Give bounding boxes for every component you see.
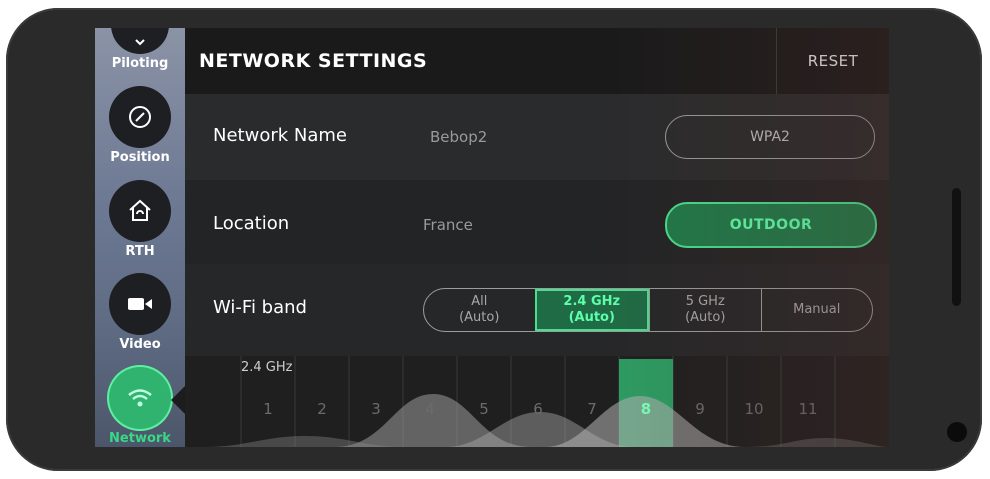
band-option-line1: All — [471, 294, 488, 309]
channel-number[interactable]: 9 — [673, 400, 727, 418]
channel-number-selected[interactable]: 8 — [619, 400, 673, 418]
network-name-label: Network Name — [213, 125, 347, 146]
band-option-2-4ghz[interactable]: 2.4 GHz (Auto) — [534, 289, 649, 331]
active-pointer — [171, 386, 185, 414]
home-return-icon — [129, 199, 151, 221]
network-name-row: Network Name Bebop2 WPA2 — [185, 94, 889, 180]
security-button[interactable]: WPA2 — [665, 115, 875, 159]
compass-icon — [129, 106, 151, 128]
sidebar-item-label: Position — [110, 150, 170, 165]
channel-number[interactable]: 6 — [511, 400, 565, 418]
channel-number[interactable]: 11 — [781, 400, 835, 418]
network-circle — [109, 367, 171, 429]
band-option-manual[interactable]: Manual — [760, 289, 873, 331]
reset-button[interactable]: RESET — [777, 28, 889, 94]
app-screen: Piloting Position RTH Video Network NETW… — [95, 28, 889, 447]
network-name-value[interactable]: Bebop2 — [430, 128, 487, 146]
channel-number[interactable]: 1 — [241, 400, 295, 418]
chevron-down-icon — [135, 39, 145, 46]
settings-sidebar: Piloting Position RTH Video Network — [95, 28, 185, 447]
band-label: 2.4 GHz — [241, 360, 293, 375]
channel-number[interactable]: 10 — [727, 400, 781, 418]
wifi-band-row: Wi-Fi band All (Auto) 2.4 GHz (Auto) 5 G… — [185, 264, 889, 356]
rth-circle — [109, 180, 171, 242]
sidebar-item-label: Network — [109, 431, 171, 446]
location-label: Location — [213, 213, 290, 234]
phone-speaker — [952, 188, 961, 306]
location-value[interactable]: France — [423, 216, 473, 234]
band-option-5ghz[interactable]: 5 GHz (Auto) — [649, 289, 761, 331]
channel-number[interactable]: 5 — [457, 400, 511, 418]
sidebar-item-position[interactable]: Position — [95, 86, 185, 165]
sidebar-item-label: Video — [119, 337, 161, 352]
band-option-line2: (Auto) — [459, 310, 500, 325]
outdoor-button[interactable]: OUTDOOR — [665, 202, 877, 248]
position-circle — [109, 86, 171, 148]
channel-chart: 2.4 GHz 1 2 3 4 5 6 7 8 9 10 11 — [185, 356, 889, 447]
band-option-all[interactable]: All (Auto) — [424, 289, 535, 331]
band-option-line1: 5 GHz — [685, 294, 725, 309]
wifi-band-label: Wi-Fi band — [213, 297, 307, 318]
band-option-line1: Manual — [793, 302, 841, 317]
page-header: NETWORK SETTINGS RESET — [185, 28, 889, 94]
phone-camera — [947, 422, 967, 442]
sidebar-item-rth[interactable]: RTH — [95, 180, 185, 259]
piloting-circle — [111, 28, 169, 54]
band-option-line1: 2.4 GHz — [563, 294, 621, 309]
wifi-icon — [128, 389, 152, 407]
band-option-line2: (Auto) — [568, 310, 615, 325]
band-option-line2: (Auto) — [685, 310, 726, 325]
location-row: Location France OUTDOOR — [185, 180, 889, 264]
channel-number[interactable]: 4 — [403, 400, 457, 418]
wifi-band-selector: All (Auto) 2.4 GHz (Auto) 5 GHz (Auto) M… — [423, 288, 873, 332]
channel-number[interactable]: 2 — [295, 400, 349, 418]
channel-number[interactable]: 7 — [565, 400, 619, 418]
sidebar-item-piloting[interactable]: Piloting — [95, 28, 185, 71]
video-circle — [109, 273, 171, 335]
video-camera-icon — [128, 298, 152, 310]
sidebar-item-label: Piloting — [111, 56, 169, 71]
sidebar-item-label: RTH — [125, 244, 155, 259]
sidebar-item-video[interactable]: Video — [95, 273, 185, 352]
page-title: NETWORK SETTINGS — [199, 50, 428, 72]
channel-number[interactable]: 3 — [349, 400, 403, 418]
